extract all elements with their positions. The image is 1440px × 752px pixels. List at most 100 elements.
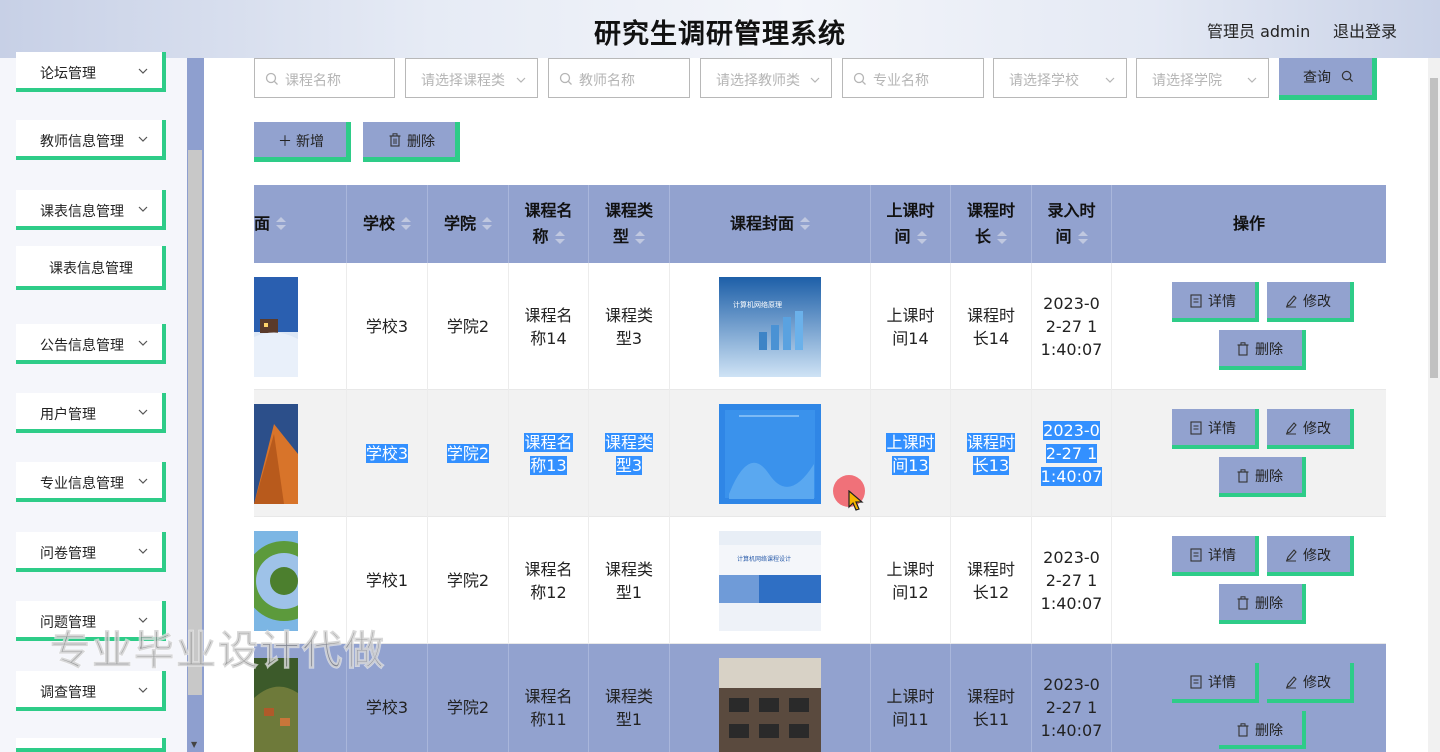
cover-thumbnail[interactable] xyxy=(254,530,298,631)
course-cover-image[interactable] xyxy=(719,657,821,752)
table-header: 面 学校 学院 课程名称 课程类型 课程封面 上课时间 课程时长 录入时间 操作 xyxy=(254,185,1386,263)
sidebar-item-major[interactable]: 专业信息管理 xyxy=(16,462,166,502)
delete-button[interactable]: 删除 xyxy=(1219,457,1306,497)
detail-button[interactable]: 详情 xyxy=(1172,409,1259,449)
sidebar-item-survey[interactable]: 调查管理 xyxy=(16,671,166,711)
course-cover-image[interactable]: 计算机网络课程设计 xyxy=(719,530,821,631)
sort-icon[interactable] xyxy=(635,230,645,245)
table-row[interactable]: 学校1 学院2 课程名 称12 课程类 型1 计算机网络课程设计 上课时 间12 课程… xyxy=(254,517,1386,644)
course-name-input[interactable]: 课程名称 xyxy=(254,58,395,98)
col-course-cover[interactable]: 课程封面 xyxy=(670,185,871,263)
chevron-down-icon xyxy=(810,77,820,83)
sidebar-item-label: 用户管理 xyxy=(40,407,96,423)
sort-icon[interactable] xyxy=(276,217,287,231)
sidebar-item-partial[interactable] xyxy=(16,738,166,752)
cursor-arrow-icon xyxy=(848,490,864,511)
scroll-down-arrow-icon[interactable]: ▼ xyxy=(191,740,197,749)
course-cover-image[interactable]: 计算机网络原理 xyxy=(719,276,821,377)
sidebar-item-label: 调查管理 xyxy=(40,685,96,701)
trash-icon xyxy=(389,133,401,147)
college-select[interactable]: 请选择学院 xyxy=(1136,58,1269,98)
course-type-select[interactable]: 请选择课程类 xyxy=(405,58,538,98)
watermark-text: 专业毕业设计代做 xyxy=(50,628,386,675)
chevron-down-icon xyxy=(138,68,148,74)
sidebar-item-questionnaire[interactable]: 问卷管理 xyxy=(16,532,166,572)
sort-icon[interactable] xyxy=(916,230,927,245)
sort-icon[interactable] xyxy=(401,217,411,231)
sidebar-item-label: 论坛管理 xyxy=(40,66,96,82)
sidebar-item-label: 问卷管理 xyxy=(40,546,96,562)
teacher-name-input[interactable]: 教师名称 xyxy=(548,58,690,98)
sidebar-item-teacher[interactable]: 教师信息管理 xyxy=(16,120,166,160)
col-college[interactable]: 学院 xyxy=(428,185,509,263)
col-class-time[interactable]: 上课时间 xyxy=(871,185,951,263)
top-header: 研究生调研管理系统 管理员 admin 退出登录 xyxy=(0,0,1440,58)
pencil-icon xyxy=(1286,549,1297,562)
chevron-down-icon xyxy=(138,409,148,415)
sidebar-item-label: 教师信息管理 xyxy=(40,134,124,150)
sidebar-item-label: 公告信息管理 xyxy=(40,338,124,354)
sort-icon[interactable] xyxy=(997,230,1007,245)
chevron-down-icon xyxy=(138,687,148,693)
chevron-up-icon xyxy=(138,206,148,212)
table-row[interactable]: 学校3 学院2 课程名 称11 课程类 型1 上课时 间11 课程时 长11 2023-… xyxy=(254,644,1386,752)
edit-button[interactable]: 修改 xyxy=(1267,663,1354,703)
school-select[interactable]: 请选择学校 xyxy=(993,58,1127,98)
sort-icon[interactable] xyxy=(800,217,810,231)
sidebar-item-label: 课表信息管理 xyxy=(40,204,124,220)
search-icon xyxy=(559,72,572,85)
sort-icon[interactable] xyxy=(554,230,565,245)
document-icon xyxy=(1190,421,1202,435)
col-course-type[interactable]: 课程类型 xyxy=(589,185,670,263)
sidebar-scrollbar[interactable] xyxy=(188,150,202,695)
edit-button[interactable]: 修改 xyxy=(1267,282,1354,322)
sidebar-item-notice[interactable]: 公告信息管理 xyxy=(16,324,166,364)
col-actions: 操作 xyxy=(1232,214,1265,233)
sidebar-item-forum[interactable]: 论坛管理 xyxy=(16,52,166,92)
sidebar-item-timetable[interactable]: 课表信息管理 xyxy=(16,190,166,230)
add-button[interactable]: ＋ 新增 xyxy=(254,122,351,162)
detail-button[interactable]: 详情 xyxy=(1172,282,1259,322)
chevron-down-icon xyxy=(1105,77,1115,83)
delete-button[interactable]: 删除 xyxy=(1219,584,1306,624)
col-duration[interactable]: 课程时长 xyxy=(951,185,1032,263)
chevron-down-icon xyxy=(138,548,148,554)
edit-button[interactable]: 修改 xyxy=(1267,536,1354,576)
table-row[interactable]: 学校3 学院2 课程名 称14 课程类 型3 计算机网络原理 上课时 间14 课程时长… xyxy=(254,263,1386,390)
logout-link[interactable]: 退出登录 xyxy=(1333,18,1397,42)
cover-thumbnail[interactable] xyxy=(254,403,298,504)
col-school[interactable]: 学校 xyxy=(347,185,428,263)
sidebar-subitem-label: 课表信息管理 xyxy=(49,261,133,277)
pencil-icon xyxy=(1286,295,1297,308)
pencil-icon xyxy=(1286,422,1297,435)
delete-button[interactable]: 删除 xyxy=(1219,711,1306,749)
batch-delete-button[interactable]: 删除 xyxy=(363,122,460,162)
teacher-type-select[interactable]: 请选择教师类 xyxy=(700,58,832,98)
search-icon xyxy=(853,72,866,85)
sidebar-subitem-timetable[interactable]: 课表信息管理 xyxy=(16,246,166,290)
trash-icon xyxy=(1237,469,1249,483)
delete-button[interactable]: 删除 xyxy=(1219,330,1306,370)
detail-button[interactable]: 详情 xyxy=(1172,536,1259,576)
sidebar-item-users[interactable]: 用户管理 xyxy=(16,393,166,433)
cover-thumbnail[interactable] xyxy=(254,276,298,377)
main-scrollbar[interactable] xyxy=(1428,58,1440,752)
edit-button[interactable]: 修改 xyxy=(1267,409,1354,449)
detail-button[interactable]: 详情 xyxy=(1172,663,1259,703)
col-entry-time[interactable]: 录入时间 xyxy=(1032,185,1112,263)
col-cover-partial[interactable]: 面 xyxy=(254,185,347,263)
course-cover-image[interactable] xyxy=(719,403,821,504)
trash-icon xyxy=(1237,342,1249,356)
query-button[interactable]: 查询 xyxy=(1279,58,1377,100)
chevron-down-icon xyxy=(138,136,148,142)
sort-icon[interactable] xyxy=(482,217,492,231)
major-name-input[interactable]: 专业名称 xyxy=(842,58,984,98)
sort-icon[interactable] xyxy=(1077,230,1088,245)
document-icon xyxy=(1190,675,1202,689)
table-row[interactable]: 学校3 学院2 课程名 称13 课程类 型3 上课时 间13 课程时 长13 2023-… xyxy=(254,390,1386,517)
pencil-icon xyxy=(1286,676,1297,689)
document-icon xyxy=(1190,548,1202,562)
trash-icon xyxy=(1237,723,1249,737)
col-course-name[interactable]: 课程名称 xyxy=(509,185,589,263)
chevron-down-icon xyxy=(138,478,148,484)
